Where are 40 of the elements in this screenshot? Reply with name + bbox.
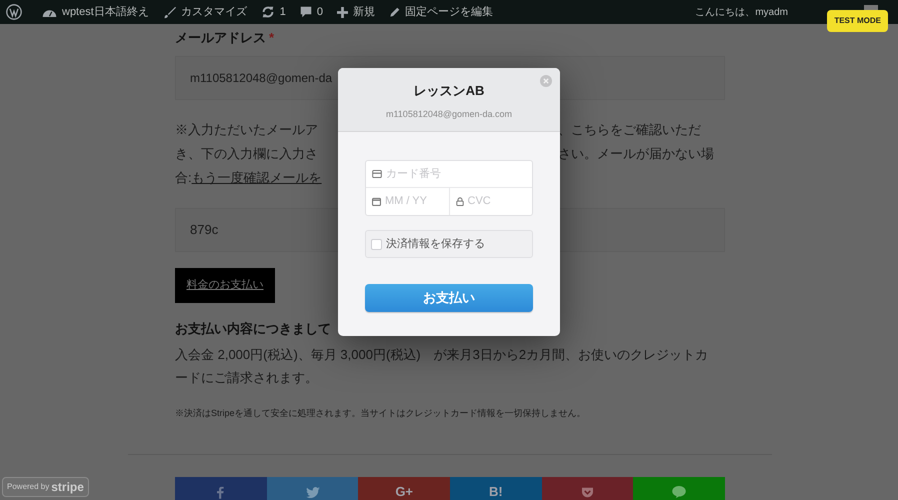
credit-card-icon <box>372 170 382 178</box>
comment-icon[interactable] <box>300 6 312 18</box>
required-mark: * <box>269 29 274 48</box>
remember-option[interactable]: 決済情報を保存する <box>365 230 533 258</box>
plus-icon[interactable] <box>337 6 348 18</box>
customer-email: m1105812048@gomen-da.com <box>386 108 512 121</box>
menu-item[interactable]: wptest日本語終え <box>62 4 149 20</box>
share-button[interactable]: G+ <box>358 477 450 500</box>
greeting-text[interactable]: こんにちは、myadm <box>695 4 788 20</box>
brush-icon[interactable] <box>162 6 176 18</box>
security-note: ※決済はStripeを通して安全に処理されます。当サイトはクレジットカード情報を一切保持しません。 <box>175 406 587 420</box>
share-button[interactable] <box>542 477 634 500</box>
notice-text: き、下の入力欄に入力さ <box>175 145 318 164</box>
pocket-icon <box>581 485 594 499</box>
notice-text: さい。メールが届かない場 <box>558 145 714 164</box>
menu-item[interactable]: 0 <box>316 4 324 20</box>
speech-bubble-icon <box>672 485 686 499</box>
menu-item[interactable]: 新規 <box>353 4 376 20</box>
notice-text: ※入力ただいたメールア <box>175 121 318 140</box>
pay-button[interactable]: お支払い <box>365 284 533 312</box>
test-mode-badge: TEST MODE <box>827 10 888 32</box>
dialog-title: レッスンAB <box>414 82 484 100</box>
field-label: メールアドレス <box>175 29 266 48</box>
notice-text: 合: <box>175 169 192 188</box>
pay-button[interactable]: 料金のお支払い <box>175 268 275 303</box>
wordpress-logo-icon[interactable] <box>6 4 22 20</box>
share-button[interactable]: B! <box>450 477 542 500</box>
menu-item[interactable]: 1 <box>280 4 286 20</box>
refresh-icon[interactable] <box>260 5 275 19</box>
bird-icon <box>306 485 320 499</box>
menu-item[interactable]: カスタマイズ <box>180 4 247 20</box>
resend-link[interactable]: もう一度確認メールを <box>192 168 322 188</box>
menu-item[interactable]: 固定ページを編集 <box>405 4 494 20</box>
details-text: 入会金 2,000円(税込)、毎月 3,000円(税込) が来月3日から2カ月間、お使いのクレジットカードにご請求されます。 <box>175 346 710 386</box>
checkbox[interactable] <box>371 238 382 250</box>
lock-icon <box>456 197 464 206</box>
pencil-icon[interactable] <box>389 6 400 18</box>
facebook-icon <box>217 485 224 499</box>
section-heading: お支払い内容につきまして <box>175 320 332 338</box>
calendar-icon <box>372 197 381 206</box>
